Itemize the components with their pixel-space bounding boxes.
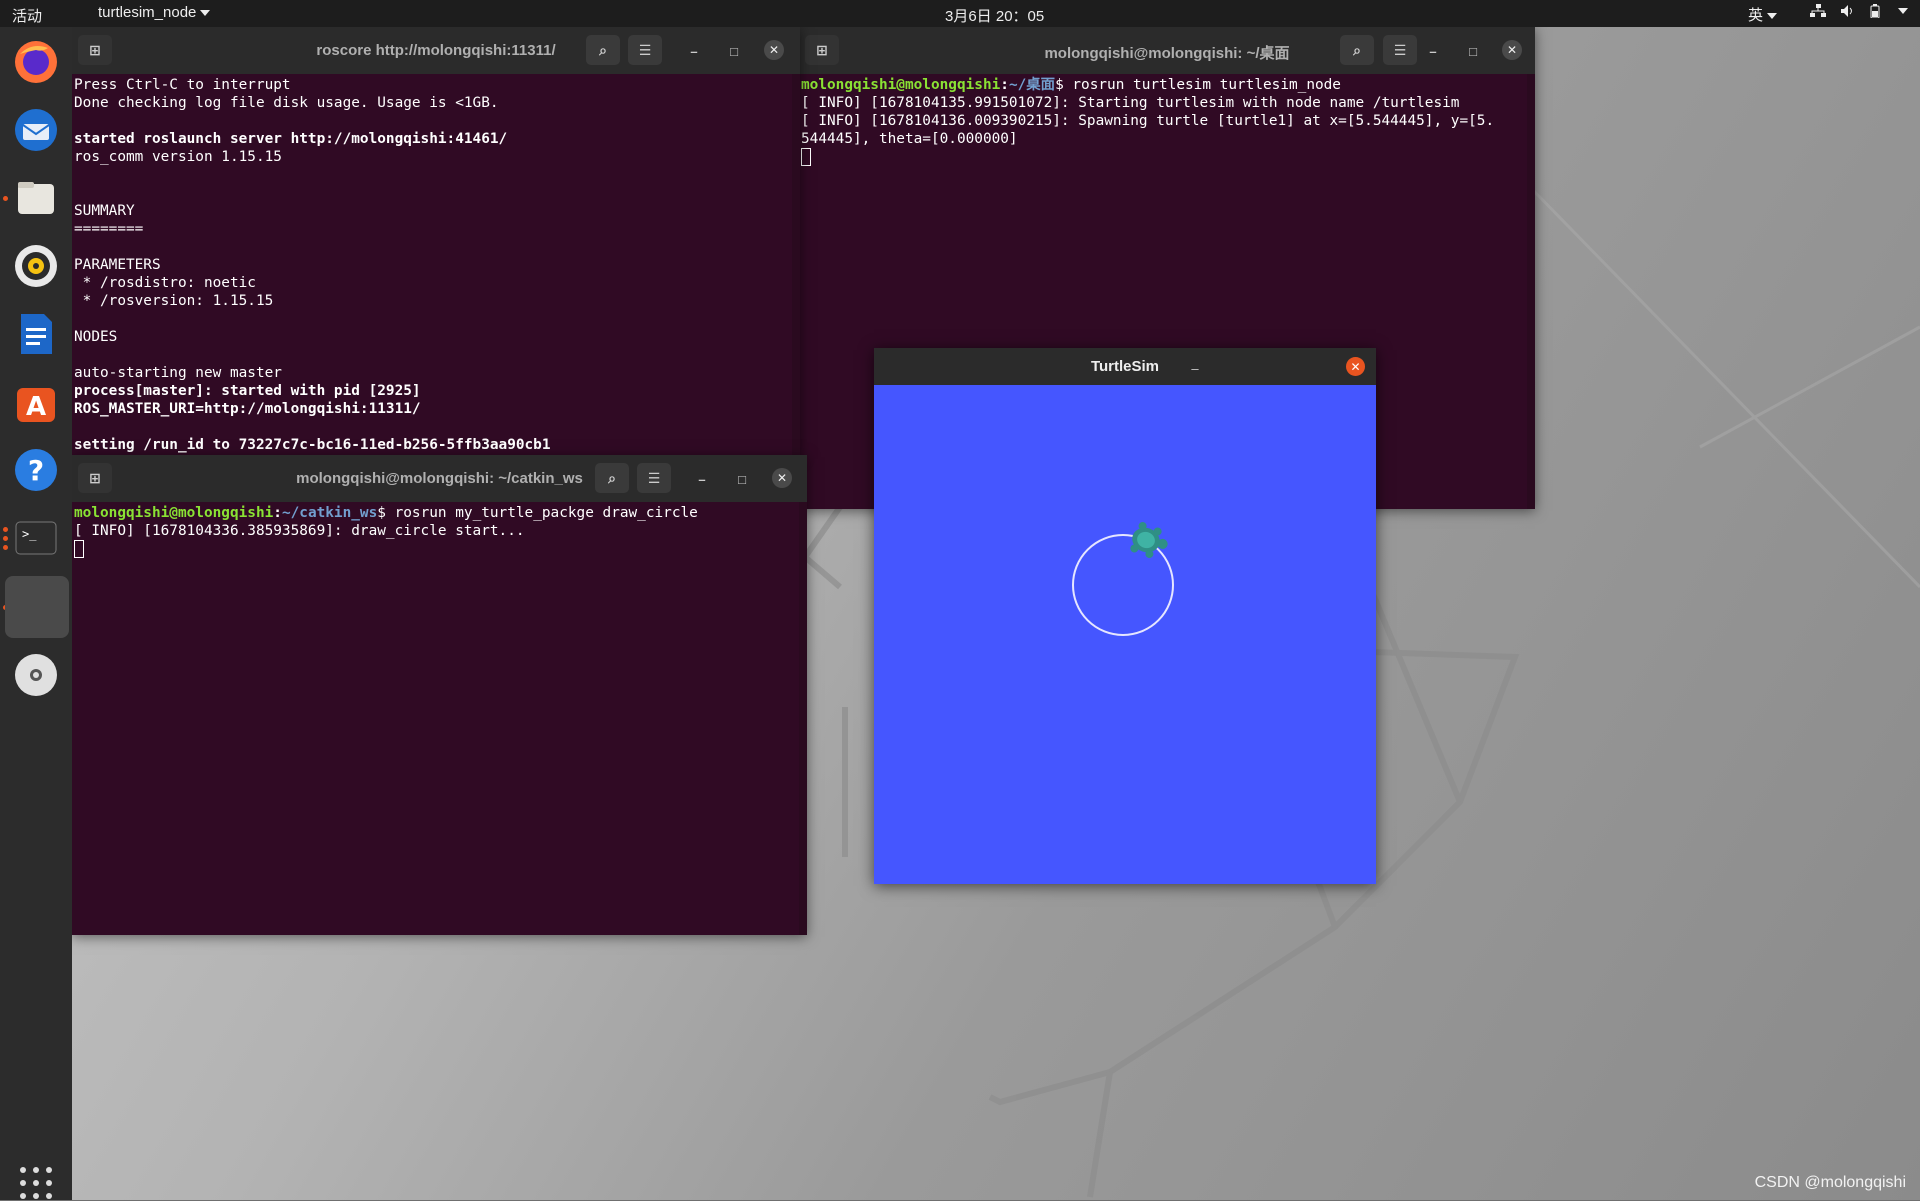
terminal-cursor (74, 540, 84, 558)
scrollbar[interactable] (792, 74, 800, 457)
menu-icon[interactable]: ☰ (637, 463, 671, 493)
maximize-icon[interactable]: □ (725, 42, 743, 60)
battery-icon (1870, 4, 1880, 18)
running-indicator (3, 527, 8, 532)
chevron-down-icon (1898, 8, 1908, 14)
turtlesim-app-icon[interactable] (5, 576, 69, 638)
menu-icon[interactable]: ☰ (628, 35, 662, 65)
app-menu[interactable]: turtlesim_node (98, 4, 211, 21)
prompt-path: ~/catkin_ws (281, 505, 378, 521)
window-title: TurtleSim (1090, 358, 1160, 375)
turtlesim-canvas (874, 385, 1376, 884)
close-icon[interactable]: ✕ (772, 468, 792, 488)
title-bar[interactable]: ⊞ molongqishi@molongqishi: ~/catkin_ws ⌕… (72, 455, 807, 502)
input-method-indicator[interactable]: 英 (1748, 4, 1778, 25)
menu-icon[interactable]: ☰ (1383, 35, 1417, 65)
prompt-user: molongqishi@molongqishi (801, 77, 1001, 93)
output-line: auto-starting new master (74, 365, 282, 381)
output-line: ======== (74, 221, 144, 237)
output-line: ros_comm version 1.15.15 (74, 149, 282, 165)
clock[interactable]: 3月6日 20：05 (945, 5, 1044, 26)
running-indicator (3, 196, 8, 201)
system-tray[interactable] (1810, 4, 1908, 18)
output-line: * /rosversion: 1.15.15 (74, 293, 274, 309)
show-applications-icon[interactable] (20, 1167, 54, 1201)
scrollbar[interactable] (1527, 74, 1535, 509)
minimize-icon[interactable]: – (1186, 359, 1204, 377)
firefox-icon[interactable] (10, 36, 62, 88)
maximize-icon[interactable]: □ (1464, 42, 1482, 60)
app-menu-label: turtlesim_node (98, 4, 197, 21)
output-line: process[master]: started with pid [2925] (74, 383, 421, 399)
search-icon[interactable]: ⌕ (595, 463, 629, 493)
chevron-down-icon (1767, 13, 1778, 20)
terminal-output[interactable]: Press Ctrl-C to interrupt Done checking … (72, 74, 792, 457)
output-line: Press Ctrl-C to interrupt (74, 77, 291, 93)
watermark: CSDN @molongqishi (1754, 1174, 1906, 1191)
ubuntu-software-icon[interactable]: A (10, 376, 62, 428)
dvd-icon[interactable] (10, 649, 62, 701)
search-icon[interactable]: ⌕ (1340, 35, 1374, 65)
output-line: [ INFO] [1678104336.385935869]: draw_cir… (74, 523, 525, 539)
prompt-path: ~/桌面 (1008, 77, 1056, 93)
activities-button[interactable]: 活动 (12, 5, 42, 26)
output-line: Done checking log file disk usage. Usage… (74, 95, 499, 111)
libreoffice-writer-icon[interactable] (10, 308, 62, 360)
network-icon (1810, 4, 1826, 17)
title-bar[interactable]: ⊞ molongqishi@molongqishi: ~/桌面 ⌕ ☰ – □ … (799, 27, 1535, 74)
input-method-label: 英 (1748, 7, 1764, 24)
close-icon[interactable]: ✕ (764, 40, 784, 60)
chevron-down-icon (200, 10, 211, 17)
svg-text:?: ? (28, 454, 44, 487)
close-icon[interactable]: ✕ (1502, 40, 1522, 60)
running-indicator (3, 545, 8, 550)
terminal-window-catkin[interactable]: ⊞ molongqishi@molongqishi: ~/catkin_ws ⌕… (72, 455, 807, 935)
close-icon[interactable]: ✕ (1346, 357, 1365, 376)
minimize-icon[interactable]: – (693, 470, 711, 488)
terminal-window-roscore[interactable]: ⊞ roscore http://molongqishi:11311/ ⌕ ☰ … (72, 27, 800, 457)
turtle-path-svg (1072, 521, 1174, 636)
minimize-icon[interactable]: – (1424, 42, 1442, 60)
top-bar: 活动 turtlesim_node 3月6日 20：05 英 (0, 0, 1920, 27)
scrollbar[interactable] (799, 502, 807, 935)
running-indicator (3, 536, 8, 541)
terminal-cursor (801, 148, 811, 166)
maximize-icon[interactable]: □ (733, 470, 751, 488)
output-line: * /rosdistro: noetic (74, 275, 256, 291)
command-text: $ rosrun my_turtle_packge draw_circle (377, 505, 698, 521)
output-line: 544445], theta=[0.000000] (801, 131, 1018, 147)
turtle-icon (1130, 521, 1168, 559)
output-line: setting /run_id to 73227c7c-bc16-11ed-b2… (74, 437, 551, 453)
prompt-user: molongqishi@molongqishi (74, 505, 274, 521)
output-line: [ INFO] [1678104136.009390215]: Spawning… (801, 113, 1495, 129)
output-line: PARAMETERS (74, 257, 161, 273)
turtlesim-window[interactable]: TurtleSim – ✕ (874, 348, 1376, 884)
command-text: $ rosrun turtlesim turtlesim_node (1055, 77, 1341, 93)
output-line: SUMMARY (74, 203, 135, 219)
thunderbird-icon[interactable] (10, 104, 62, 156)
output-line: [ INFO] [1678104135.991501072]: Starting… (801, 95, 1460, 111)
rhythmbox-icon[interactable] (10, 240, 62, 292)
files-icon[interactable] (10, 172, 62, 224)
title-bar[interactable]: ⊞ roscore http://molongqishi:11311/ ⌕ ☰ … (72, 27, 800, 74)
svg-text:>_: >_ (22, 527, 37, 541)
terminal-icon[interactable]: >_ (10, 512, 62, 564)
minimize-icon[interactable]: – (685, 42, 703, 60)
help-icon[interactable]: ? (10, 444, 62, 496)
output-line: started roslaunch server http://molongqi… (74, 131, 508, 147)
dock: A ? >_ (0, 27, 72, 1200)
search-icon[interactable]: ⌕ (586, 35, 620, 65)
turtle-trail (1072, 534, 1174, 636)
output-line: NODES (74, 329, 118, 345)
output-line: ROS_MASTER_URI=http://molongqishi:11311/ (74, 401, 421, 417)
svg-text:A: A (26, 392, 46, 422)
terminal-output[interactable]: molongqishi@molongqishi:~/catkin_ws$ ros… (72, 502, 799, 935)
volume-icon (1841, 5, 1852, 17)
